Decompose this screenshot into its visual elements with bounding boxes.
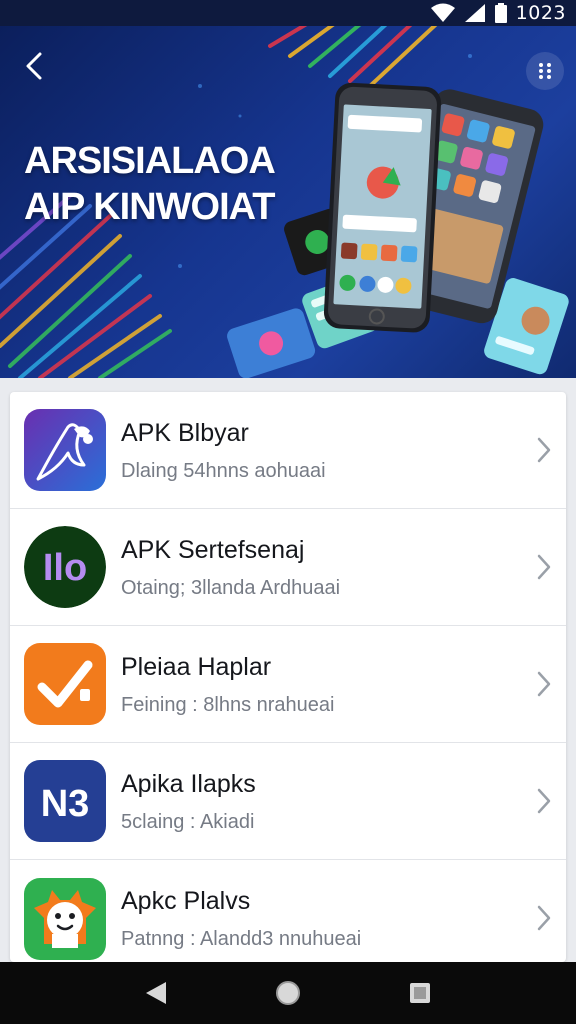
screen: 1023 ARSISIALAOA AIP KINWOIAT APK Blbyar… [0,0,576,1024]
app-list: APK Blbyar Dlaing 54hnns aohuaai Ilo APK… [10,392,566,962]
app-subtitle: Feining : 8lhns nrahueai [121,694,335,716]
hero-banner: ARSISIALAOA AIP KINWOIAT [0,26,576,378]
circle-home-icon [276,981,300,1005]
app-text: Apkc Plalvs Patnng : Alandd3 nnuhueai [121,886,361,952]
more-dots-icon [539,63,551,79]
hero-title: ARSISIALAOA AIP KINWOIAT [24,138,324,230]
nav-recents-button[interactable] [396,969,444,1017]
no-letters-icon: Ilo [24,526,106,608]
signal-icon [464,4,485,22]
hero-title-line-2: AIP KINWOIAT [24,186,275,228]
app-icon-letters: N3 [41,783,90,825]
app-name: APK Sertefsenaj [121,536,305,564]
navigation-bar [0,962,576,1024]
app-subtitle: Patnng : Alandd3 nnuhueai [121,928,362,950]
chevron-right-icon [537,788,551,814]
app-list-item[interactable]: Ilo APK Sertefsenaj Otaing; 3llanda Ardh… [10,509,566,626]
triangle-back-icon [146,982,166,1004]
chevron-right-icon [537,671,551,697]
app-name: APK Blbyar [121,419,249,447]
app-icon-letters: Ilo [43,547,87,589]
back-button[interactable] [14,46,54,86]
battery-icon [494,3,507,23]
pen-icon [24,409,106,491]
app-subtitle: Dlaing 54hnns aohuaai [121,460,326,482]
app-list-item[interactable]: APK Blbyar Dlaing 54hnns aohuaai [10,392,566,509]
chevron-right-icon [537,905,551,931]
app-name: Apika Ilapks [121,770,256,798]
app-list-item[interactable]: N3 Apika Ilapks 5claing : Akiadi [10,743,566,860]
app-text: APK Blbyar Dlaing 54hnns aohuaai [121,418,326,484]
chevron-left-icon [26,52,42,80]
nav-back-button[interactable] [132,969,180,1017]
status-time: 1023 [515,2,566,24]
wifi-icon [430,3,455,22]
nav-home-button[interactable] [264,969,312,1017]
app-name: Pleiaa Haplar [121,653,272,681]
app-name: Apkc Plalvs [121,887,251,915]
app-list-item[interactable]: Pleiaa Haplar Feining : 8lhns nrahueai [10,626,566,743]
hero-title-line-1: ARSISIALAOA [24,140,276,182]
n3-letters-icon: N3 [24,760,106,842]
chevron-right-icon [537,437,551,463]
app-subtitle: 5claing : Akiadi [121,811,255,833]
square-recents-icon [410,983,430,1003]
chevron-right-icon [537,554,551,580]
app-text: Apika Ilapks 5claing : Akiadi [121,769,256,835]
status-bar: 1023 [0,0,576,26]
app-list-item[interactable]: Apkc Plalvs Patnng : Alandd3 nnuhueai [10,860,566,962]
checkmark-icon [24,643,106,725]
app-text: Pleiaa Haplar Feining : 8lhns nrahueai [121,652,334,718]
app-subtitle: Otaing; 3llanda Ardhuaai [121,577,341,599]
more-options-button[interactable] [526,52,564,90]
mascot-icon [24,877,106,960]
app-text: APK Sertefsenaj Otaing; 3llanda Ardhuaai [121,535,340,601]
